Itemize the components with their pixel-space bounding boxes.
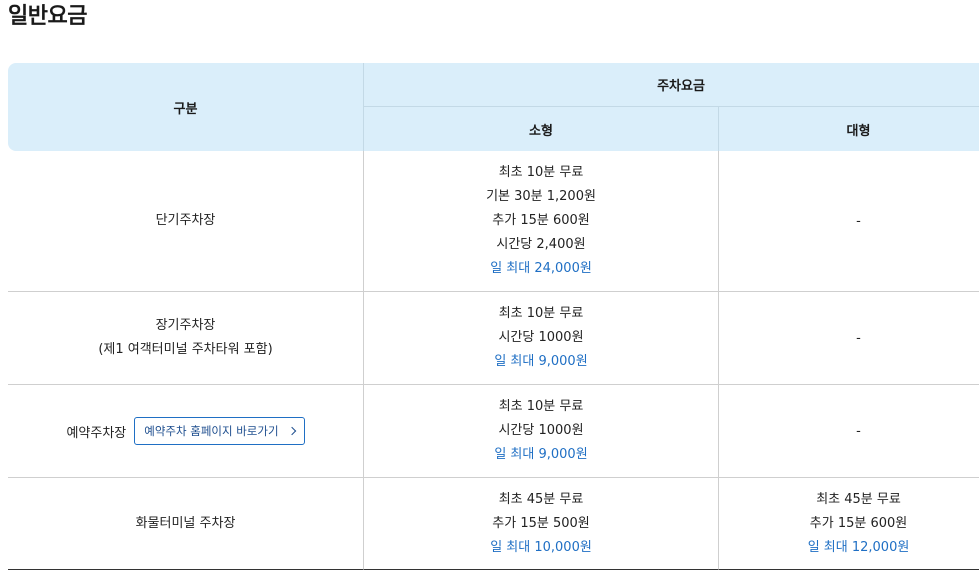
fee-line: 최초 10분 무료 (498, 165, 584, 180)
daily-max-line: 일 최대 9,000원 (494, 354, 588, 369)
fee-line: 추가 15분 500원 (492, 515, 590, 531)
daily-max-line: 일 최대 9,000원 (494, 447, 588, 462)
row-name: 예약주차장 (66, 425, 127, 441)
large-fee-cell: - (718, 151, 979, 292)
small-fee-cell: 최초 10분 무료 시간당 1000원 일 최대 9,000원 (363, 292, 718, 385)
fee-line: 추가 15분 600원 (492, 213, 590, 228)
table-row: 화물터미널 주차장 최초 45분 무료 추가 15분 500원 일 최대 10,… (8, 478, 979, 570)
row-name-cell: 장기주차장 (제1 여객터미널 주차타워 포함) (8, 292, 363, 385)
fee-line: 최초 10분 무료 (498, 399, 584, 414)
row-name-sub: (제1 여객터미널 주차타워 포함) (98, 342, 273, 357)
fee-line: 최초 45분 무료 (816, 491, 901, 507)
daily-max-line: 일 최대 10,000원 (490, 539, 592, 555)
small-fee-cell: 최초 10분 무료 시간당 1000원 일 최대 9,000원 (363, 385, 718, 478)
small-fee-cell: 최초 45분 무료 추가 15분 500원 일 최대 10,000원 (363, 478, 718, 570)
reserve-wrap: 예약주차장 예약주차 홈페이지 바로가기 (66, 417, 305, 445)
large-fee-cell: 최초 45분 무료 추가 15분 600원 일 최대 12,000원 (718, 478, 979, 570)
reservation-homepage-label: 예약주차 홈페이지 바로가기 (144, 424, 279, 438)
small-fee-cell: 최초 10분 무료 기본 30분 1,200원 추가 15분 600원 시간당 … (363, 151, 718, 292)
row-name-cell: 예약주차장 예약주차 홈페이지 바로가기 (8, 385, 363, 478)
parking-fee-table: 구분 주차요금 소형 대형 단기주차장 최초 10분 무료 기본 30분 1,2… (8, 63, 979, 570)
table-row: 장기주차장 (제1 여객터미널 주차타워 포함) 최초 10분 무료 시간당 1… (8, 292, 979, 385)
row-name-cell: 단기주차장 (8, 151, 363, 292)
reservation-homepage-button[interactable]: 예약주차 홈페이지 바로가기 (134, 417, 305, 445)
fee-line: 시간당 2,400원 (496, 237, 586, 252)
large-fee-cell: - (718, 385, 979, 478)
header-parking-fee: 주차요금 (363, 63, 979, 107)
fee-line: 최초 10분 무료 (498, 306, 584, 321)
fee-line: 시간당 1000원 (498, 423, 584, 438)
fee-line: 기본 30분 1,200원 (486, 189, 596, 204)
header-small: 소형 (363, 107, 718, 151)
row-name: 화물터미널 주차장 (135, 515, 236, 531)
large-fee-cell: - (718, 292, 979, 385)
daily-max-line: 일 최대 12,000원 (807, 539, 910, 555)
daily-max-line: 일 최대 24,000원 (490, 261, 592, 276)
page: 일반요금 구분 주차요금 소형 대형 단기주차장 최초 10분 무료 기본 30… (0, 0, 979, 581)
table-row: 예약주차장 예약주차 홈페이지 바로가기 최초 10분 무료 시간당 1000원… (8, 385, 979, 478)
row-name-cell: 화물터미널 주차장 (8, 478, 363, 570)
row-name: 단기주차장 (155, 213, 216, 228)
page-title: 일반요금 (8, 4, 87, 29)
header-large: 대형 (718, 107, 979, 151)
table-row: 단기주차장 최초 10분 무료 기본 30분 1,200원 추가 15분 600… (8, 151, 979, 292)
chevron-right-icon (287, 426, 296, 436)
fee-line: 최초 45분 무료 (498, 491, 584, 507)
fee-line: 추가 15분 600원 (809, 515, 908, 531)
empty-value: - (856, 423, 861, 439)
header-category: 구분 (8, 63, 363, 151)
row-name: 장기주차장 (155, 318, 216, 333)
fee-line: 시간당 1000원 (498, 330, 584, 345)
empty-value: - (856, 330, 861, 346)
empty-value: - (856, 213, 861, 229)
